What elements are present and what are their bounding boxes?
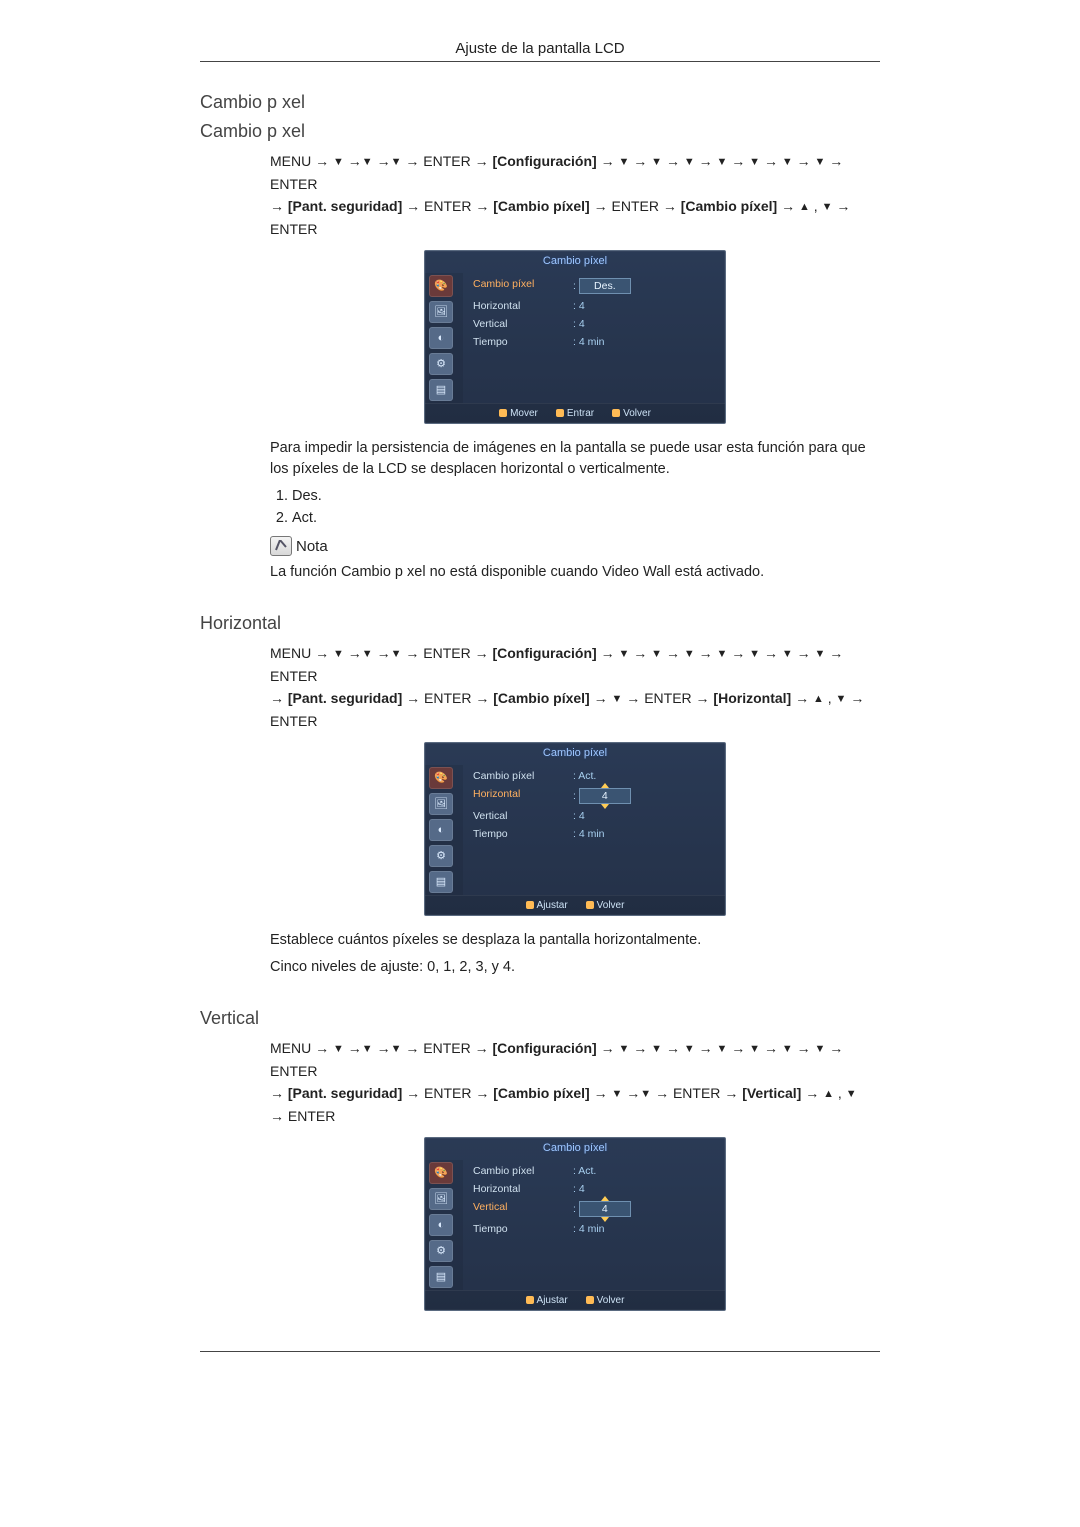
osd-panel-cambio-pixel: Cambio píxel 🎨 🖼 ◐ ⚙ ▤ Cambio píxel : De…: [424, 250, 726, 424]
section-title-cambio-pixel-1: Cambio p xel: [200, 92, 880, 113]
osd-row-cambio-pixel: Cambio píxel : Des.: [473, 275, 715, 297]
osd-sidebar: 🎨 🖼 ◐ ⚙ ▤: [425, 765, 463, 895]
list-item: Act.: [292, 510, 880, 526]
clock-icon: ◐: [429, 327, 453, 349]
osd-value: : 4 min: [573, 336, 605, 348]
osd-footer: Mover Entrar Volver: [425, 403, 725, 423]
palette-icon: 🎨: [429, 1162, 453, 1184]
osd-label: Vertical: [473, 318, 573, 330]
picture-icon: 🖼: [429, 1188, 453, 1210]
note-label: Nota: [296, 538, 328, 555]
osd-label: Tiempo: [473, 828, 573, 840]
palette-icon: 🎨: [429, 275, 453, 297]
nav-path-cambio-pixel: MENU → ▼ →▼ →▼ → ENTER → [Configuración]…: [270, 150, 880, 240]
osd-row-tiempo: Tiempo : 4 min: [473, 1220, 715, 1238]
screens-icon: ▤: [429, 379, 453, 401]
osd-row-tiempo: Tiempo : 4 min: [473, 333, 715, 351]
osd-sidebar: 🎨 🖼 ◐ ⚙ ▤: [425, 1160, 463, 1290]
osd-label: Vertical: [473, 810, 573, 822]
osd-grid: Cambio píxel : Act. Horizontal : 4 Verti…: [463, 1160, 725, 1290]
osd-grid: Cambio píxel : Des. Horizontal : 4 Verti…: [463, 273, 725, 403]
screens-icon: ▤: [429, 1266, 453, 1288]
osd-footer-hint: Ajustar: [526, 900, 568, 911]
osd-value: 4: [579, 1201, 631, 1217]
nav-path-vertical: MENU → ▼ →▼ →▼ → ENTER → [Configuración]…: [270, 1037, 880, 1127]
osd-row-tiempo: Tiempo : 4 min: [473, 825, 715, 843]
osd-value: : 4 min: [573, 1223, 605, 1235]
section-title-cambio-pixel-2: Cambio p xel: [200, 121, 880, 142]
osd-footer-hint: Volver: [612, 408, 651, 419]
desc-horizontal-2: Cinco niveles de ajuste: 0, 1, 2, 3, y 4…: [270, 957, 880, 978]
footer-rule: [200, 1351, 880, 1352]
palette-icon: 🎨: [429, 767, 453, 789]
osd-row-horizontal: Horizontal : 4: [473, 785, 715, 807]
osd-footer-hint: Entrar: [556, 408, 594, 419]
clock-icon: ◐: [429, 1214, 453, 1236]
section-title-horizontal: Horizontal: [200, 613, 880, 634]
note-icon: [270, 536, 292, 556]
clock-icon: ◐: [429, 819, 453, 841]
osd-title: Cambio píxel: [425, 747, 725, 759]
osd-row-horizontal: Horizontal : 4: [473, 1180, 715, 1198]
header-title-text: Ajuste de la pantalla LCD: [455, 40, 624, 57]
osd-value: : 4: [573, 300, 585, 312]
osd-title: Cambio píxel: [425, 1142, 725, 1154]
osd-label: Cambio píxel: [473, 278, 573, 294]
list-item: Des.: [292, 488, 880, 504]
page-header-title: Ajuste de la pantalla LCD: [200, 40, 880, 57]
osd-row-vertical: Vertical : 4: [473, 807, 715, 825]
osd-row-cambio-pixel: Cambio píxel : Act.: [473, 767, 715, 785]
osd-value: : Act.: [573, 770, 596, 782]
desc-horizontal-1: Establece cuántos píxeles se desplaza la…: [270, 930, 880, 951]
note-row: Nota: [270, 536, 880, 556]
osd-value: : 4: [573, 318, 585, 330]
osd-panel-vertical: Cambio píxel 🎨 🖼 ◐ ⚙ ▤ Cambio píxel : Ac…: [424, 1137, 726, 1311]
osd-value: 4: [579, 788, 631, 804]
osd-footer-hint: Volver: [586, 1295, 625, 1306]
osd-footer-hint: Volver: [586, 900, 625, 911]
osd-label: Cambio píxel: [473, 1165, 573, 1177]
osd-title: Cambio píxel: [425, 255, 725, 267]
osd-value: : 4: [573, 1183, 585, 1195]
nav-path-horizontal: MENU → ▼ →▼ →▼ → ENTER → [Configuración]…: [270, 642, 880, 732]
osd-row-vertical: Vertical : 4: [473, 315, 715, 333]
osd-footer: Ajustar Volver: [425, 1290, 725, 1310]
osd-row-vertical: Vertical : 4: [473, 1198, 715, 1220]
desc-cambio-pixel: Para impedir la persistencia de imágenes…: [270, 438, 880, 480]
osd-sidebar: 🎨 🖼 ◐ ⚙ ▤: [425, 273, 463, 403]
screens-icon: ▤: [429, 871, 453, 893]
osd-footer-hint: Ajustar: [526, 1295, 568, 1306]
osd-value: : 4 min: [573, 828, 605, 840]
osd-label: Tiempo: [473, 336, 573, 348]
header-rule: [200, 61, 880, 62]
osd-row-cambio-pixel: Cambio píxel : Act.: [473, 1162, 715, 1180]
osd-label: Cambio píxel: [473, 770, 573, 782]
osd-label: Horizontal: [473, 300, 573, 312]
osd-label: Horizontal: [473, 788, 573, 804]
gear-icon: ⚙: [429, 1240, 453, 1262]
picture-icon: 🖼: [429, 301, 453, 323]
osd-footer: Ajustar Volver: [425, 895, 725, 915]
options-list: Des. Act.: [270, 488, 880, 526]
section-title-vertical: Vertical: [200, 1008, 880, 1029]
gear-icon: ⚙: [429, 353, 453, 375]
osd-grid: Cambio píxel : Act. Horizontal : 4 Verti…: [463, 765, 725, 895]
gear-icon: ⚙: [429, 845, 453, 867]
osd-panel-horizontal: Cambio píxel 🎨 🖼 ◐ ⚙ ▤ Cambio píxel : Ac…: [424, 742, 726, 916]
osd-footer-hint: Mover: [499, 408, 538, 419]
osd-value: Des.: [579, 278, 631, 294]
osd-label: Vertical: [473, 1201, 573, 1217]
osd-label: Horizontal: [473, 1183, 573, 1195]
osd-value: : Act.: [573, 1165, 596, 1177]
picture-icon: 🖼: [429, 793, 453, 815]
note-body: La función Cambio p xel no está disponib…: [270, 562, 880, 583]
osd-row-horizontal: Horizontal : 4: [473, 297, 715, 315]
osd-label: Tiempo: [473, 1223, 573, 1235]
osd-value: : 4: [573, 810, 585, 822]
